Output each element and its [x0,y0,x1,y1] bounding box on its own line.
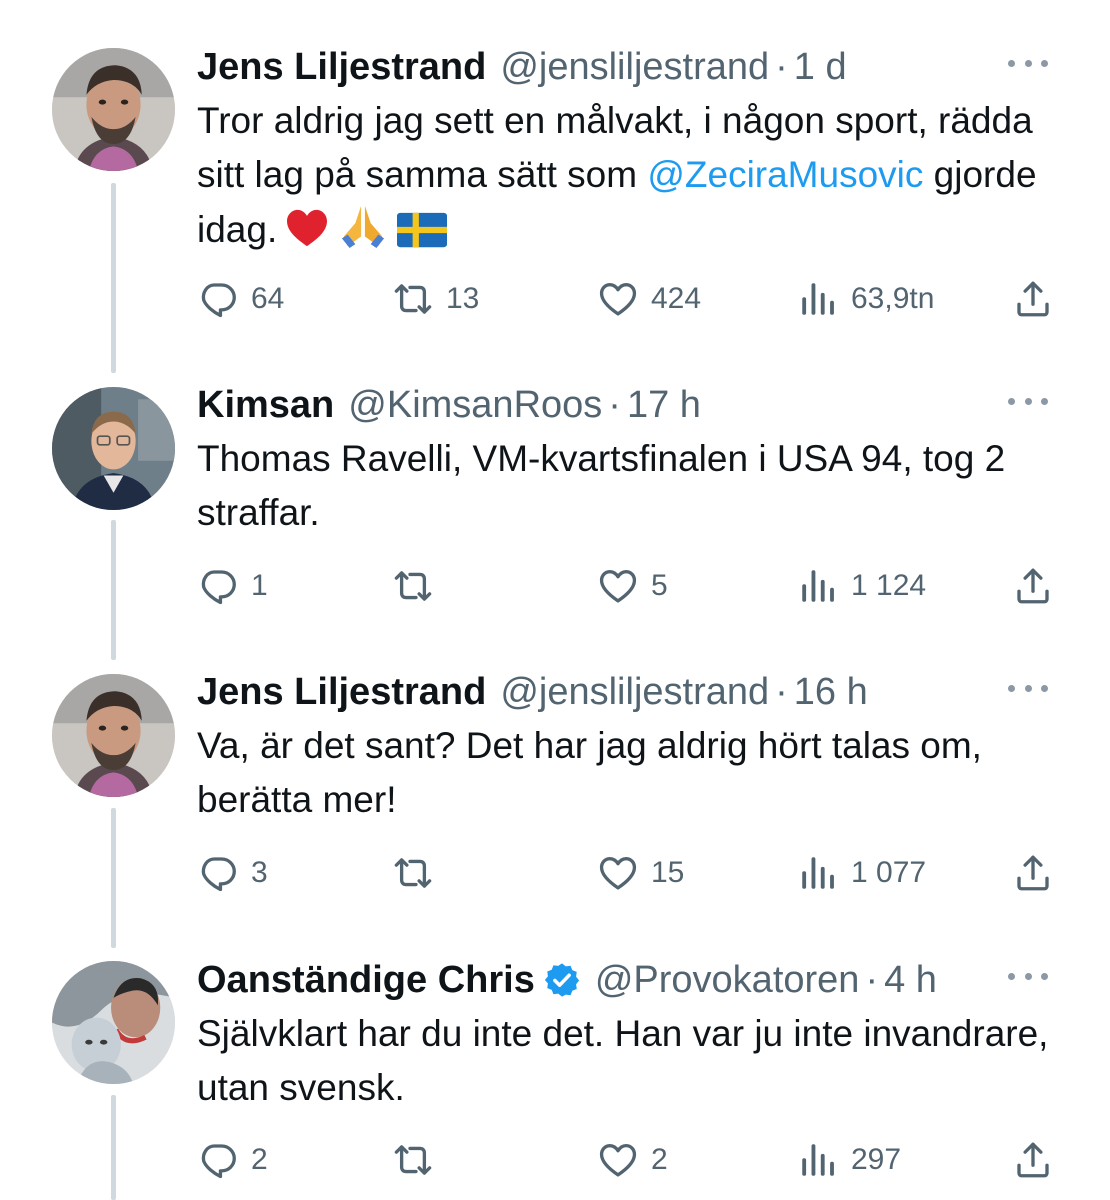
views-icon [797,278,839,320]
tweet-timestamp[interactable]: 1 d [794,42,847,92]
like-count: 5 [651,569,668,602]
author-handle[interactable]: @jensliljestrand [500,667,769,717]
like-icon [597,278,639,320]
retweet-button[interactable] [392,1135,446,1185]
retweet-count: 13 [446,282,480,315]
share-icon [1012,1139,1054,1181]
tweet-actions: 64 13 424 63,9tn [197,274,1067,324]
views-icon [797,852,839,894]
like-button[interactable]: 2 [597,1135,668,1185]
tweet-text: Va, är det sant? Det har jag aldrig hört… [197,725,982,820]
reply-icon [197,278,239,320]
tweet-timestamp[interactable]: 17 h [627,380,701,430]
reply-button[interactable]: 64 [197,274,284,324]
more-icon[interactable] [1008,673,1048,703]
views-count: 1 124 [851,569,927,602]
tweet-text: Självklart har du inte det. Han var ju i… [197,1013,1049,1108]
heart-emoji [285,208,329,263]
swedish-flag-emoji [397,209,448,263]
author-name[interactable]: Oanständige Chris [197,955,535,1005]
author-name[interactable]: Jens Liljestrand [197,42,486,92]
more-icon[interactable] [1008,48,1048,78]
retweet-button[interactable] [392,561,446,611]
tweet-timestamp[interactable]: 16 h [794,667,868,717]
mention-link[interactable]: @ZeciraMusovic [647,154,923,195]
views-button[interactable]: 1 124 [797,561,926,611]
separator-dot: · [775,46,788,88]
separator-dot: · [865,959,879,1001]
views-button[interactable]: 63,9tn [797,274,934,324]
author-handle[interactable]: @jensliljestrand [500,42,769,92]
avatar[interactable] [52,48,175,171]
thread-connector [111,808,116,948]
views-icon [797,1139,839,1181]
views-count: 63,9tn [851,282,935,315]
like-count: 424 [651,282,702,315]
more-icon[interactable] [1008,961,1048,991]
share-button[interactable] [1012,561,1054,611]
thread-connector [111,1095,116,1200]
tweet-timestamp[interactable]: 4 h [884,955,937,1005]
like-icon [597,565,639,607]
reply-button[interactable]: 3 [197,848,268,898]
reply-button[interactable]: 2 [197,1135,268,1185]
separator-dot: · [775,671,788,713]
author-handle[interactable]: @KimsanRoos [348,380,602,430]
author-name[interactable]: Kimsan [197,380,334,430]
share-button[interactable] [1012,848,1054,898]
tweet-text: Thomas Ravelli, VM-kvartsfinalen i USA 9… [197,438,1006,533]
author-handle[interactable]: @Provokatoren [595,955,860,1005]
like-button[interactable]: 5 [597,561,668,611]
share-icon [1012,565,1054,607]
reply-count: 2 [251,1143,268,1176]
reply-icon [197,565,239,607]
reply-button[interactable]: 1 [197,561,268,611]
thread-connector [111,183,116,373]
tweet-header: Oanständige Chris @Provokatoren · 4 h [197,955,1070,1005]
like-count: 2 [651,1143,668,1176]
retweet-button[interactable] [392,848,446,898]
views-button[interactable]: 297 [797,1135,901,1185]
tweet-actions: 3 15 1 077 [197,848,1067,898]
share-icon [1012,852,1054,894]
avatar[interactable] [52,674,175,797]
tweet-actions: 1 5 1 124 [197,561,1067,611]
tweet-thread: Jens Liljestrand @jensliljestrand · 1 d … [0,0,1110,1200]
tweet-header: Jens Liljestrand @jensliljestrand · 1 d [197,42,1070,92]
reply-count: 64 [251,282,285,315]
reply-count: 1 [251,569,268,602]
more-icon[interactable] [1008,386,1048,416]
retweet-icon [392,278,434,320]
retweet-button[interactable]: 13 [392,274,479,324]
share-icon [1012,278,1054,320]
retweet-icon [392,565,434,607]
tweet-text: Tror aldrig jag sett en målvakt, i någon… [197,94,1070,263]
share-button[interactable] [1012,274,1054,324]
reply-count: 3 [251,856,268,889]
retweet-icon [392,1139,434,1181]
avatar[interactable] [52,961,175,1084]
like-button[interactable]: 424 [597,274,701,324]
tweet-header: Kimsan @KimsanRoos · 17 h [197,380,1070,430]
reply-icon [197,1139,239,1181]
retweet-icon [392,852,434,894]
like-button[interactable]: 15 [597,848,684,898]
praying-hands-emoji [337,202,389,263]
views-count: 1 077 [851,856,927,889]
like-icon [597,1139,639,1181]
views-button[interactable]: 1 077 [797,848,926,898]
thread-connector [111,520,116,660]
views-icon [797,565,839,607]
tweet-actions: 2 2 297 [197,1135,1067,1185]
views-count: 297 [851,1143,902,1176]
separator-dot: · [608,384,621,426]
reply-icon [197,852,239,894]
author-name[interactable]: Jens Liljestrand [197,667,486,717]
avatar[interactable] [52,387,175,510]
verified-badge-icon [543,961,581,999]
share-button[interactable] [1012,1135,1054,1185]
like-count: 15 [651,856,685,889]
like-icon [597,852,639,894]
tweet-header: Jens Liljestrand @jensliljestrand · 16 h [197,667,1070,717]
